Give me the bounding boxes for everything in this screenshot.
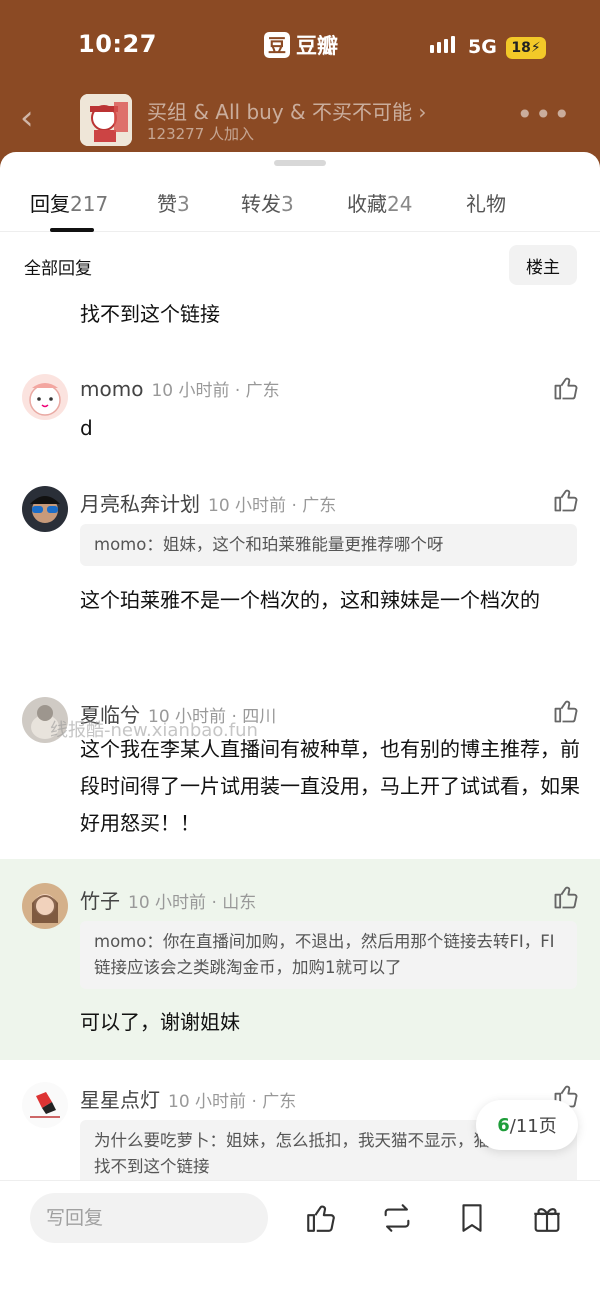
comment-item: 夏临兮 10 小时前 · 四川 这个我在李某人直播间有被种草，也有别的博主推荐，… [0,689,600,859]
page-indicator[interactable]: 6/11页 [476,1100,578,1150]
quoted-reply[interactable]: momo：你在直播间加购，不退出，然后用那个链接去转FI，FI链接应该会之类跳淘… [80,921,577,989]
comment-item: momo 10 小时前 · 广东 d [0,366,600,456]
thumbs-up-icon[interactable] [552,697,580,725]
comment-text: d [80,416,93,440]
chevron-left-icon[interactable]: ‹ [20,98,34,138]
bottom-action-bar [0,1180,600,1304]
status-time: 10:27 [78,30,157,58]
avatar[interactable] [22,697,68,743]
comment-time-location: 10 小时前 · 广东 [151,381,280,401]
network-label: 5G [468,36,497,58]
username[interactable]: 竹子 [80,885,120,914]
tab-likes[interactable]: 赞3 [157,188,190,217]
gift-icon[interactable] [530,1201,564,1235]
avatar[interactable] [22,1082,68,1128]
tab-favorites[interactable]: 收藏24 [347,188,412,217]
avatar[interactable] [22,883,68,929]
previous-reply-text: 找不到这个链接 [80,302,220,326]
comment-meta: 夏临兮 10 小时前 · 四川 [80,699,276,728]
tab-gifts[interactable]: 礼物 [466,188,506,217]
comment-meta: 月亮私奔计划 10 小时前 · 广东 [80,488,336,517]
replies-sheet: 回复217 赞3 转发3 收藏24 礼物 全部回复 楼主 找不到这个链接 mom… [0,152,600,1304]
avatar[interactable] [22,486,68,532]
louzhu-filter-button[interactable]: 楼主 [509,245,577,285]
username[interactable]: 星星点灯 [80,1084,160,1113]
tab-reposts[interactable]: 转发3 [241,188,294,217]
group-header: ‹ 买组 & All buy & 不买不可能 › 123277 人加入 ••• [0,92,600,152]
comment-text: 可以了，谢谢姐妹 [80,1010,240,1034]
comment-time-location: 10 小时前 · 广东 [208,496,337,516]
more-icon[interactable]: ••• [516,98,572,131]
tab-bar: 回复217 赞3 转发3 收藏24 礼物 [0,182,600,232]
group-name[interactable]: 买组 & All buy & 不买不可能 › [147,96,426,125]
comment-item: 月亮私奔计划 10 小时前 · 广东 momo：姐妹，这个和珀莱雅能量更推荐哪个… [0,478,600,668]
username[interactable]: momo [80,377,143,401]
status-bar: 10:27 豆 豆瓣 5G 18 ⚡ [0,0,600,92]
comment-meta: 竹子 10 小时前 · 山东 [80,885,256,914]
battery-level: 18 [511,40,531,56]
comment-text: 这个我在李某人直播间有被种草，也有别的博主推荐，前段时间得了一片试用装一直没用，… [80,737,580,835]
status-app: 豆 豆瓣 [264,30,338,60]
thumbs-up-icon[interactable] [552,374,580,402]
comment-item-highlighted: 竹子 10 小时前 · 山东 momo：你在直播间加购，不退出，然后用那个链接去… [0,859,600,1060]
reply-input[interactable] [30,1193,268,1243]
comment-meta: 星星点灯 10 小时前 · 广东 [80,1084,296,1113]
bookmark-icon[interactable] [455,1201,489,1235]
thumbs-up-icon[interactable] [304,1201,338,1235]
drag-handle[interactable] [274,160,326,166]
douban-logo-icon: 豆 [264,32,290,58]
page-total: /11页 [509,1116,557,1137]
username[interactable]: 夏临兮 [80,699,140,728]
comment-time-location: 10 小时前 · 山东 [128,893,257,913]
all-replies-label: 全部回复 [24,259,92,279]
page-current: 6 [497,1114,510,1136]
thumbs-up-icon[interactable] [552,486,580,514]
group-avatar[interactable] [80,94,132,146]
comment-time-location: 10 小时前 · 四川 [148,707,277,727]
repost-icon[interactable] [380,1201,414,1235]
tab-replies[interactable]: 回复217 [30,188,108,217]
comment-text: 这个珀莱雅不是一个档次的，这和辣妹是一个档次的 [80,588,540,612]
comment-meta: momo 10 小时前 · 广东 [80,376,280,401]
tab-underline [50,228,94,232]
username[interactable]: 月亮私奔计划 [80,488,200,517]
comment-time-location: 10 小时前 · 广东 [168,1092,297,1112]
group-members: 123277 人加入 [147,125,255,143]
signal-icon [430,36,455,53]
avatar[interactable] [22,374,68,420]
quoted-reply[interactable]: momo：姐妹，这个和珀莱雅能量更推荐哪个呀 [80,524,577,566]
status-app-name: 豆瓣 [296,34,338,58]
thumbs-up-icon[interactable] [552,883,580,911]
battery-icon: 18 ⚡ [506,37,546,59]
